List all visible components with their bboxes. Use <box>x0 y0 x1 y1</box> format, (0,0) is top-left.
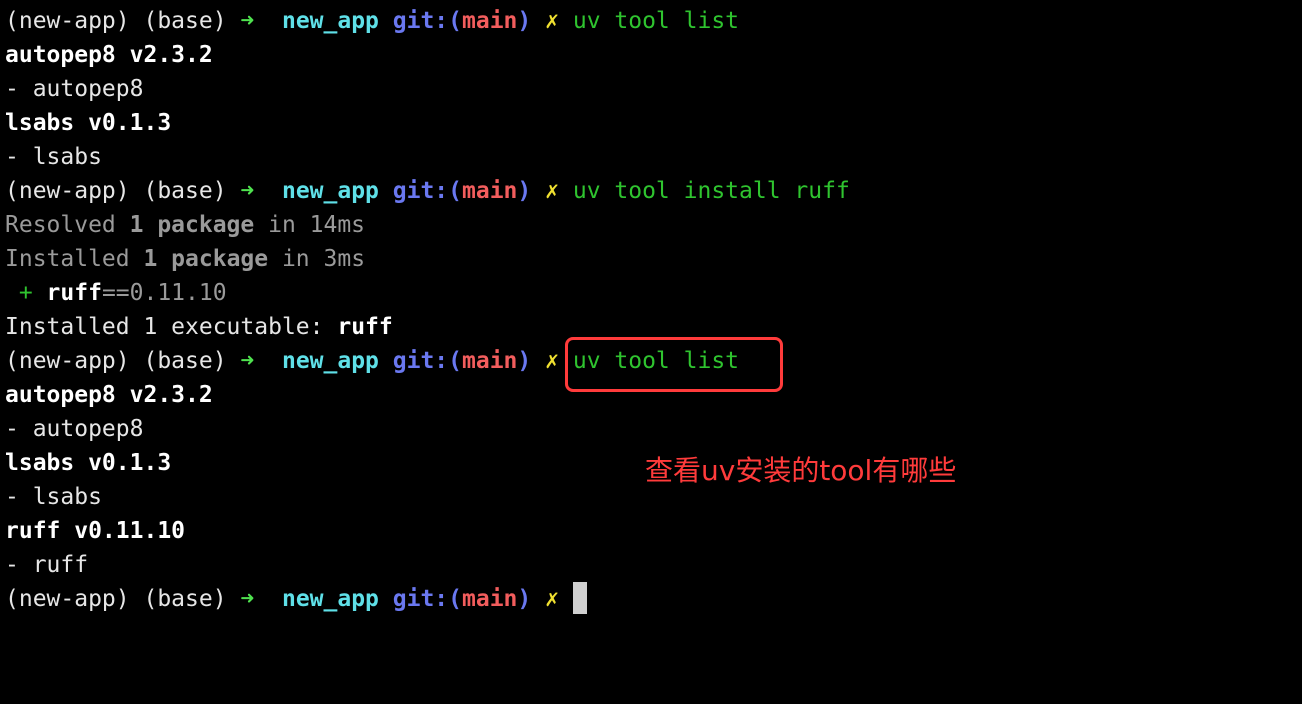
prompt-arrow-icon: ➜ <box>240 8 255 34</box>
prompt-arrow-icon: ➜ <box>240 178 255 204</box>
output-line: ruff v0.11.10 <box>5 518 186 544</box>
prompt-branch: main <box>462 178 518 204</box>
prompt-arrow-icon: ➜ <box>240 348 255 374</box>
output-line-resolved: Resolved 1 package in 14ms <box>0 208 1302 242</box>
prompt-dir: new_app <box>281 178 379 204</box>
output-line: lsabs v0.1.3 <box>5 110 172 136</box>
annotation-text: 查看uv安装的tool有哪些 <box>645 454 957 487</box>
prompt-dirty-icon: ✗ <box>545 586 559 612</box>
prompt-dir: new_app <box>281 8 379 34</box>
prompt-dirty-icon: ✗ <box>545 8 559 34</box>
package-version: ==0.11.10 <box>101 280 227 306</box>
prompt-env: (new-app) (base) <box>5 586 241 612</box>
output-line: - lsabs <box>5 144 102 170</box>
prompt-git-open: git:( <box>392 8 463 34</box>
prompt-git-close: ) <box>517 178 532 204</box>
output-line-package: + ruff==0.11.10 <box>0 276 1302 310</box>
prompt-git-close: ) <box>517 8 532 34</box>
command-text: uv tool install ruff <box>572 178 850 204</box>
output-line: - ruff <box>5 552 89 578</box>
prompt-branch: main <box>462 348 518 374</box>
installed-label: Installed <box>5 246 144 272</box>
prompt-dirty-icon: ✗ <box>545 178 559 204</box>
prompt-git-close: ) <box>517 586 532 612</box>
prompt-git-open: git:( <box>392 348 463 374</box>
output-line: - autopep8 <box>5 416 144 442</box>
prompt-line: (new-app) (base) ➜ new_app git:(main) ✗ … <box>0 174 1302 208</box>
resolved-time: in 14ms <box>254 212 366 238</box>
output-line: autopep8 v2.3.2 <box>5 42 213 68</box>
cursor[interactable] <box>572 582 587 614</box>
prompt-env: (new-app) (base) <box>5 8 241 34</box>
plus-icon: + <box>5 280 47 306</box>
prompt-line: (new-app) (base) ➜ new_app git:(main) ✗ … <box>0 4 1302 38</box>
prompt-git-close: ) <box>517 348 532 374</box>
executable-name: ruff <box>337 314 393 340</box>
highlight-box <box>565 337 783 392</box>
package-name: ruff <box>46 280 102 306</box>
executable-label: Installed 1 executable: <box>5 314 338 340</box>
resolved-count: 1 package <box>129 212 255 238</box>
prompt-git-open: git:( <box>392 586 463 612</box>
prompt-env: (new-app) (base) <box>5 178 241 204</box>
prompt-git-open: git:( <box>392 178 463 204</box>
prompt-dir: new_app <box>281 586 379 612</box>
installed-time: in 3ms <box>268 246 366 272</box>
prompt-dirty-icon: ✗ <box>545 348 559 374</box>
output-line-installed: Installed 1 package in 3ms <box>0 242 1302 276</box>
resolved-label: Resolved <box>5 212 130 238</box>
prompt-branch: main <box>462 586 518 612</box>
output-line: - autopep8 <box>5 76 144 102</box>
command-text: uv tool list <box>572 8 740 34</box>
prompt-arrow-icon: ➜ <box>240 586 255 612</box>
installed-count: 1 package <box>143 246 269 272</box>
prompt-env: (new-app) (base) <box>5 348 241 374</box>
prompt-line-current[interactable]: (new-app) (base) ➜ new_app git:(main) ✗ <box>0 582 1302 616</box>
prompt-dir: new_app <box>281 348 379 374</box>
prompt-branch: main <box>462 8 518 34</box>
